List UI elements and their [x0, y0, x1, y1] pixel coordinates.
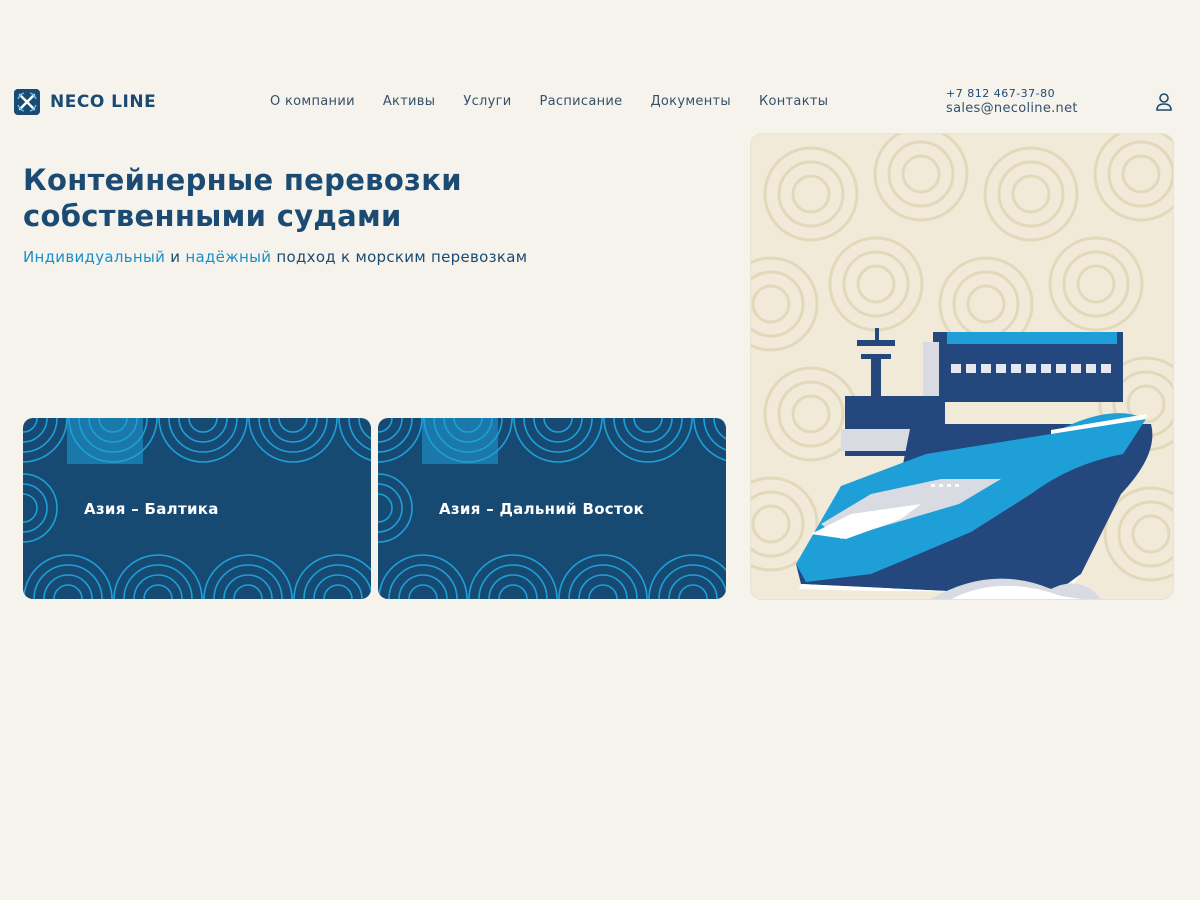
header-contacts: +7 812 467-37-80 sales@necoline.net: [946, 86, 1078, 116]
crossed-anchors-icon: [14, 89, 40, 115]
logo[interactable]: NECO LINE: [14, 89, 156, 115]
route-label: Азия – Балтика: [84, 500, 219, 518]
user-icon[interactable]: [1154, 91, 1174, 113]
phone-link[interactable]: +7 812 467-37-80: [946, 86, 1078, 101]
nav-item-services[interactable]: Услуги: [463, 94, 511, 109]
site-header: NECO LINE О компании Активы Услуги Распи…: [0, 78, 1200, 126]
title-line-1: Контейнерные перевозки: [23, 163, 462, 197]
nav-item-contacts[interactable]: Контакты: [759, 94, 828, 109]
route-card-asia-far-east[interactable]: Азия – Дальний Восток: [378, 418, 726, 599]
nav-item-about[interactable]: О компании: [270, 94, 355, 109]
main-nav: О компании Активы Услуги Расписание Доку…: [270, 94, 856, 109]
route-card-asia-baltic[interactable]: Азия – Балтика: [23, 418, 371, 599]
nav-item-schedule[interactable]: Расписание: [540, 94, 623, 109]
subtitle-rest: подход к морским перевозкам: [271, 248, 528, 266]
nav-item-assets[interactable]: Активы: [383, 94, 436, 109]
subtitle-highlight-2: надёжный: [185, 248, 272, 266]
hero-illustration: [750, 133, 1174, 600]
subtitle-and: и: [165, 248, 186, 266]
container-ship-illustration: [751, 134, 1173, 599]
page-title: Контейнерные перевозки собственными суда…: [23, 162, 623, 234]
hero-subtitle: Индивидуальный и надёжный подход к морск…: [23, 248, 527, 266]
subtitle-highlight-1: Индивидуальный: [23, 248, 166, 266]
brand-name: NECO LINE: [50, 92, 157, 112]
title-line-2: собственными судами: [23, 199, 402, 233]
nav-item-documents[interactable]: Документы: [650, 94, 731, 109]
email-link[interactable]: sales@necoline.net: [946, 101, 1078, 116]
route-label: Азия – Дальний Восток: [439, 500, 645, 518]
